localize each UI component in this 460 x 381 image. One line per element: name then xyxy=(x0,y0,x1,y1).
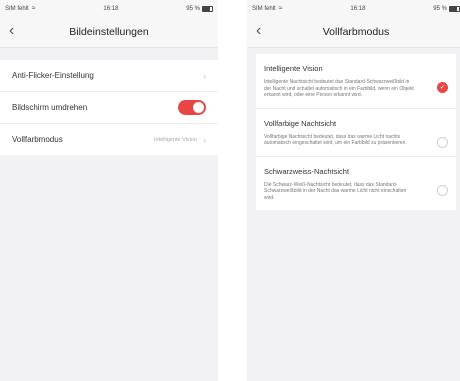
status-time: 16:18 xyxy=(350,5,366,12)
mode-title: Schwarzweiss-Nachtsicht xyxy=(264,166,350,176)
status-time: 16:18 xyxy=(103,5,119,12)
battery-percent: 95 % xyxy=(186,5,200,12)
page-title: Vollfarbmodus xyxy=(322,26,390,38)
radio-unchecked-icon[interactable] xyxy=(437,136,448,148)
carrier-label: SIM fehlt xyxy=(252,5,276,12)
mode-title: Intelligente Vision xyxy=(264,64,323,73)
nav-bar: ‹ Bildeinstellungen xyxy=(0,17,218,48)
radio-unchecked-icon[interactable] xyxy=(437,184,448,196)
mode-option-full-color-night[interactable]: Vollfarbige Nachtsicht Vollfarbige Nacht… xyxy=(256,109,456,157)
vollfarbmodus-screen: SIM fehlt ≈ 16:18 95 % ‹ Vollfarbmodus I… xyxy=(247,0,460,381)
status-bar: SIM fehlt ≈ 16:18 95 % xyxy=(0,0,218,17)
battery-icon xyxy=(201,5,213,12)
chevron-right-icon: › xyxy=(203,134,206,145)
anti-flicker-row[interactable]: Anti-Flicker-Einstellung › xyxy=(0,60,218,92)
carrier-label: SIM fehlt xyxy=(5,5,29,12)
page-title: Bildeinstellungen xyxy=(69,26,149,38)
radio-checked-icon[interactable]: ✓ xyxy=(437,82,448,93)
chevron-left-icon[interactable]: ‹ xyxy=(256,21,261,41)
mode-list: Intelligente Vision Intelligente Nachtsi… xyxy=(256,54,456,210)
wifi-icon: ≈ xyxy=(278,5,283,12)
mode-option-black-white-night[interactable]: Schwarzweiss-Nachtsicht Die Schwarz-Weiß… xyxy=(256,157,456,211)
chevron-right-icon: › xyxy=(203,70,206,81)
flip-screen-label: Bildschirm umdrehen xyxy=(12,103,88,112)
anti-flicker-label: Anti-Flicker-Einstellung xyxy=(12,71,94,80)
mode-description: Vollfarbige Nachtsicht bedeutet, dass da… xyxy=(264,133,407,147)
flip-screen-row: Bildschirm umdrehen xyxy=(0,92,218,124)
toggle-knob xyxy=(193,102,204,113)
nav-bar: ‹ Vollfarbmodus xyxy=(247,17,460,48)
full-color-mode-value: Intelligente Vision xyxy=(153,136,197,143)
full-color-mode-label: Vollfarbmodus xyxy=(12,135,63,144)
mode-description: Intelligente Nachtsicht bedeutet das Sta… xyxy=(264,79,414,98)
settings-list: Anti-Flicker-Einstellung › Bildschirm um… xyxy=(0,60,218,155)
chevron-left-icon[interactable]: ‹ xyxy=(9,21,14,41)
mode-option-intelligent-vision[interactable]: Intelligente Vision Intelligente Nachtsi… xyxy=(256,54,456,109)
full-color-mode-row[interactable]: Vollfarbmodus Intelligente Vision › xyxy=(0,124,218,155)
flip-screen-toggle[interactable] xyxy=(178,100,206,115)
wifi-icon: ≈ xyxy=(31,5,36,12)
battery-percent: 95 % xyxy=(433,5,447,12)
bildeinstellungen-screen: SIM fehlt ≈ 16:18 95 % ‹ Bildeinstellung… xyxy=(0,0,218,381)
mode-title: Vollfarbige Nachtsicht xyxy=(264,118,337,128)
battery-icon xyxy=(448,5,460,12)
status-bar: SIM fehlt ≈ 16:18 95 % xyxy=(247,0,460,17)
mode-description: Die Schwarz-Weiß-Nachtsicht bedeutet, da… xyxy=(264,181,407,201)
